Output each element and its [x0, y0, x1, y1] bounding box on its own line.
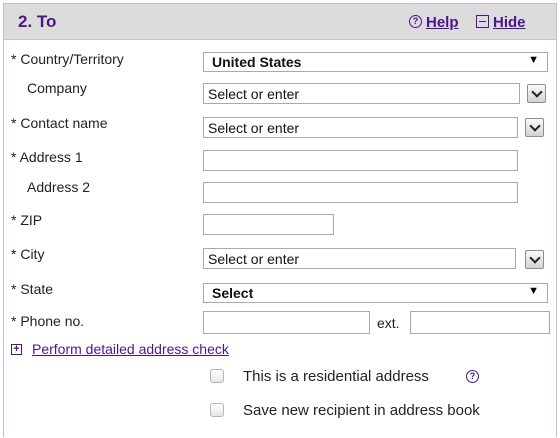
- address1-input[interactable]: [203, 150, 518, 171]
- contact-name-label: * Contact name: [11, 115, 108, 131]
- save-recipient-label: Save new recipient in address book: [243, 402, 480, 419]
- city-dropdown-button[interactable]: [525, 250, 544, 269]
- phone-label: * Phone no.: [11, 313, 85, 329]
- hide-link[interactable]: Hide: [493, 14, 526, 31]
- phone-input[interactable]: [203, 311, 370, 334]
- ext-input[interactable]: [410, 311, 550, 334]
- address2-label: Address 2: [27, 179, 91, 195]
- chevron-down-icon: [530, 86, 543, 98]
- country-select[interactable]: United States ▼: [203, 52, 548, 72]
- address2-input[interactable]: [203, 182, 518, 203]
- save-recipient-checkbox[interactable]: [210, 403, 224, 417]
- chevron-down-icon: [528, 120, 541, 132]
- company-input[interactable]: [203, 83, 520, 104]
- residential-checkbox[interactable]: [210, 369, 224, 383]
- zip-input[interactable]: [203, 214, 334, 235]
- section-title: 2. To: [18, 12, 57, 31]
- country-select-value: United States: [212, 54, 302, 70]
- help-link[interactable]: Help: [426, 14, 459, 31]
- contact-name-input[interactable]: [203, 117, 518, 138]
- section-header: 2. To ? Help Hide: [4, 4, 556, 40]
- help-icon[interactable]: ?: [409, 15, 422, 28]
- company-label: Company: [27, 80, 87, 96]
- city-label: * City: [11, 246, 45, 262]
- dropdown-arrow-icon: ▼: [528, 285, 539, 297]
- chevron-down-icon: [528, 252, 541, 264]
- city-input[interactable]: [203, 248, 516, 269]
- address-check-link[interactable]: Perform detailed address check: [32, 341, 229, 357]
- ext-label: ext.: [377, 315, 400, 331]
- expand-plus-icon[interactable]: +: [11, 344, 22, 355]
- company-dropdown-button[interactable]: [527, 84, 546, 103]
- state-select-value: Select: [212, 285, 254, 301]
- zip-label: * ZIP: [11, 212, 43, 228]
- dropdown-arrow-icon: ▼: [528, 54, 539, 66]
- residential-help-icon[interactable]: ?: [466, 370, 479, 383]
- residential-label: This is a residential address: [243, 368, 429, 385]
- country-label: * Country/Territory: [11, 51, 124, 67]
- contact-dropdown-button[interactable]: [525, 118, 544, 137]
- state-label: * State: [11, 281, 54, 297]
- state-select[interactable]: Select ▼: [203, 283, 548, 303]
- address1-label: * Address 1: [11, 149, 83, 165]
- collapse-icon[interactable]: [476, 15, 489, 28]
